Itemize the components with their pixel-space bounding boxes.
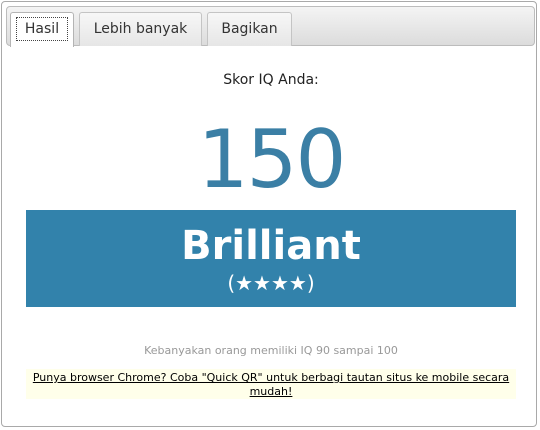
rating-stars: (★★★★) [227, 271, 315, 295]
rating-title: Brilliant [181, 223, 361, 269]
tab-bagikan-label: Bagikan [221, 21, 278, 37]
iq-range-note: Kebanyakan orang memiliki IQ 90 sampai 1… [144, 344, 398, 357]
tab-bagikan[interactable]: Bagikan [207, 12, 292, 46]
promo-box: Punya browser Chrome? Coba "Quick QR" un… [26, 369, 516, 399]
iq-score: 150 [197, 113, 347, 206]
tab-bar: Hasil Lebih banyak Bagikan [6, 6, 535, 47]
quick-qr-promo-link[interactable]: Punya browser Chrome? Coba "Quick QR" un… [33, 371, 509, 398]
rating-banner: Brilliant (★★★★) [26, 210, 516, 307]
tab-lebih-banyak[interactable]: Lebih banyak [79, 12, 202, 46]
tab-hasil[interactable]: Hasil [10, 12, 74, 47]
tab-hasil-label: Hasil [15, 17, 69, 41]
score-label: Skor IQ Anda: [223, 72, 319, 88]
tab-lebih-banyak-label: Lebih banyak [93, 21, 188, 37]
result-panel: Hasil Lebih banyak Bagikan Skor IQ Anda:… [1, 1, 537, 427]
